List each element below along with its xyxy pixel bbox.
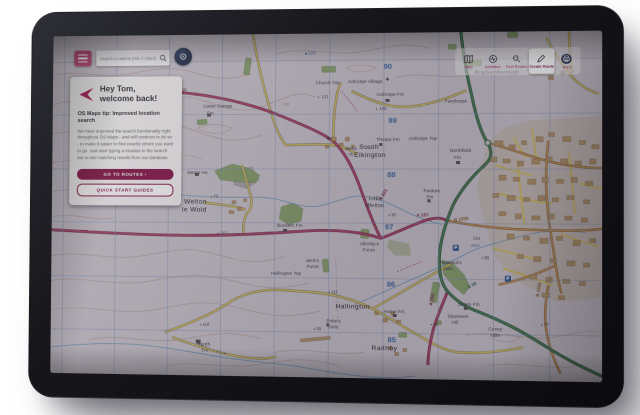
map-label: 36	[391, 213, 396, 217]
map-label: Meml	[345, 147, 357, 152]
map-toolbar: Map Activities Find Routes	[455, 47, 580, 75]
hamburger-icon	[78, 54, 88, 56]
map-label: Fanthorpe	[445, 99, 467, 104]
toolbar-item-activities[interactable]: Activities	[481, 49, 504, 74]
map-label: Hallington	[335, 304, 369, 311]
print-icon	[561, 53, 572, 64]
toolbar-item-map[interactable]: Map	[457, 49, 480, 74]
map-label: le Wold	[182, 208, 207, 215]
map-label: Home Fm	[384, 310, 405, 315]
map-label: 65	[484, 256, 489, 260]
map-label: Acthorpe Fm	[376, 93, 404, 98]
map-label: A 153	[429, 293, 436, 306]
os-maps-app: 908988878685SouthElkingtonWeltonle WoldH…	[50, 31, 602, 383]
map-label: Pasture	[423, 189, 440, 194]
map-label: Elkington	[354, 153, 386, 160]
tablet-screen: 908988878685SouthElkingtonWeltonle WoldH…	[50, 31, 602, 383]
tip-body: We have improved the search functionalit…	[77, 128, 174, 162]
map-label: ✚	[386, 78, 390, 83]
map-label: 111	[332, 290, 338, 294]
map-label: 105	[379, 107, 386, 111]
parking-marker: P	[453, 245, 459, 251]
map-label: 113	[220, 231, 227, 235]
greeting-text: Hey Tom, welcome back!	[100, 84, 158, 104]
map-label: Fm	[454, 156, 461, 161]
map-label: Hallington Top	[271, 272, 301, 277]
search-input[interactable]	[96, 55, 159, 60]
toolbar-item-print[interactable]: Print	[555, 48, 578, 74]
map-label: ▲124	[304, 51, 316, 55]
map-label: Northfield	[450, 149, 471, 154]
toolbar-item-find-routes[interactable]: Find Routes	[505, 49, 528, 74]
map-label: Furze	[307, 265, 319, 270]
map-label: Fm	[201, 349, 208, 354]
map-label: 118	[203, 323, 210, 327]
tip-title: OS Maps tip: Improved location search	[77, 111, 174, 125]
map-label: Raithby	[371, 346, 397, 353]
map-label: Furze	[363, 248, 375, 253]
create-route-icon	[537, 54, 547, 64]
map-label: Thorpe Fm	[376, 138, 400, 143]
map-icon	[464, 54, 474, 64]
tablet-device-frame: 908988878685SouthElkingtonWeltonle WoldH…	[28, 5, 624, 408]
quick-start-guides-button[interactable]: QUICK START GUIDES	[77, 184, 174, 197]
parking-marker: P	[505, 276, 511, 282]
map-label: Allenby's	[360, 242, 379, 247]
map-label: Hill	[452, 321, 459, 326]
locate-icon	[178, 52, 188, 62]
map-label: 77	[544, 323, 549, 327]
map-label: B 1520	[536, 282, 543, 297]
grid-number: 88	[387, 171, 395, 179]
grid-number: 86	[387, 281, 395, 289]
map-label: 120	[283, 103, 289, 107]
grid-number: 85	[388, 336, 396, 344]
map-label: 75	[348, 153, 353, 157]
grid-number: 89	[388, 117, 396, 125]
map-label: Acthorpe Village	[348, 80, 383, 85]
map-label: Hills	[490, 334, 499, 339]
map-label: Hills	[444, 267, 453, 272]
map-label: 121	[322, 95, 329, 99]
map-label: 56	[316, 327, 321, 331]
map-label: Hole	[328, 325, 338, 330]
map-label: Acthorpe Top	[409, 137, 438, 142]
hamburger-menu-button[interactable]	[74, 51, 91, 67]
map-label: B 1200	[454, 217, 469, 223]
map-label: Manor Ho	[187, 171, 208, 176]
map-label: South	[359, 145, 379, 152]
screenshot-stage: 908988878685SouthElkingtonWeltonle WoldH…	[0, 0, 640, 415]
search-icon	[159, 53, 168, 62]
map-label: Cotes Grange	[203, 105, 232, 110]
map-label: A 631	[379, 188, 389, 201]
map-label: A 157	[416, 213, 428, 218]
map-label: Welton	[366, 204, 385, 209]
activities-icon	[488, 54, 498, 64]
map-label: CH	[473, 237, 480, 242]
grid-number: 90	[384, 63, 392, 71]
map-label: Resr	[471, 244, 480, 248]
os-maps-arrow-logo	[78, 87, 94, 103]
map-label: 73	[213, 195, 218, 199]
map-label: Bunkers Fm	[277, 224, 303, 229]
map-label: Jack's	[306, 259, 319, 264]
map-label: North	[199, 343, 211, 348]
map-label: ✚	[326, 137, 330, 142]
map-label: Fm	[207, 112, 214, 117]
toolbar-item-create-route[interactable]: Create Route	[529, 48, 554, 74]
map-label: Welton	[184, 200, 207, 207]
welcome-card: Hey Tom, welcome back! OS Maps tip: Impr…	[69, 76, 182, 205]
search-bar[interactable]	[96, 50, 169, 66]
map-label: Church Top	[316, 81, 340, 86]
map-label: Fm	[427, 195, 434, 200]
map-label: Slates Fm	[458, 303, 480, 308]
find-routes-icon	[512, 54, 522, 64]
go-to-routes-button[interactable]: GO TO ROUTES ›	[77, 169, 174, 180]
map-label: A 16	[467, 281, 478, 290]
grid-number: 87	[385, 223, 393, 231]
map-label: 76	[433, 323, 438, 327]
device-perspective: 908988878685SouthElkingtonWeltonle WoldH…	[0, 0, 640, 415]
